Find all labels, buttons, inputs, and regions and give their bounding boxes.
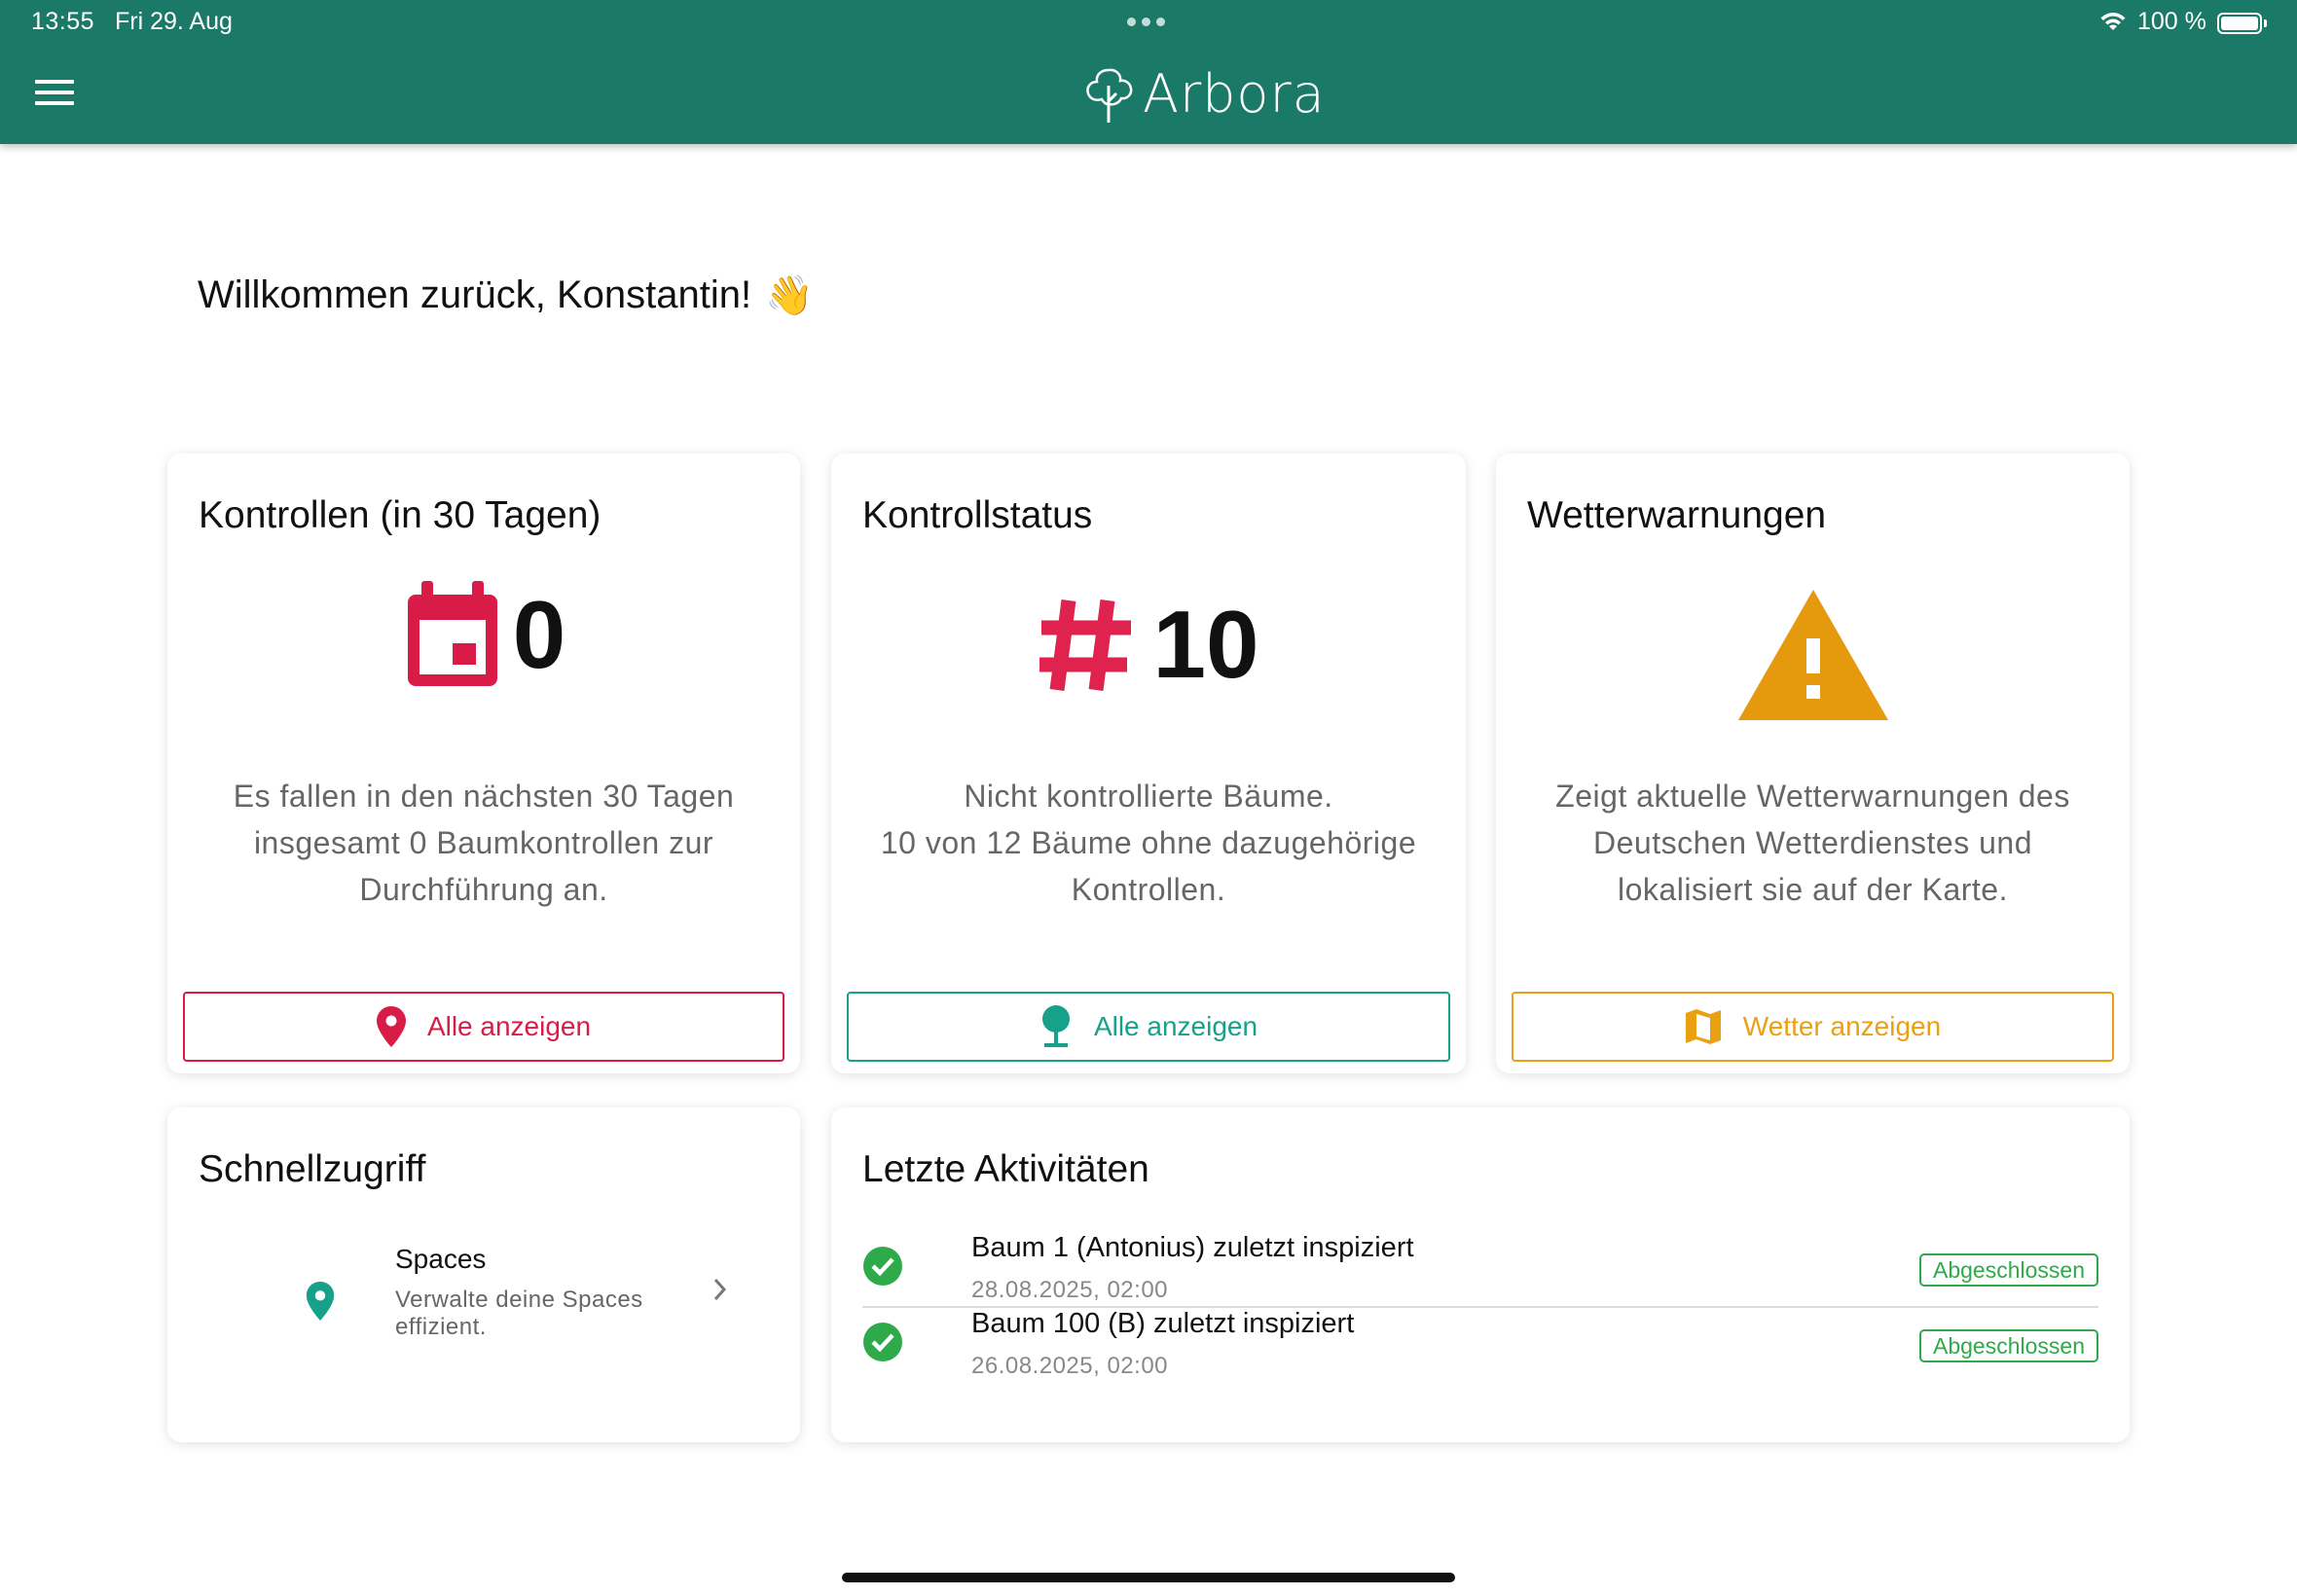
button-label: Wetter anzeigen	[1742, 1011, 1942, 1041]
wetter-description: Zeigt aktuelle Wetterwarnungen des Deuts…	[1525, 773, 2100, 913]
description-line: Deutschen Wetterdienstes und	[1593, 825, 2032, 860]
chevron-right-icon	[713, 1278, 727, 1301]
letzte-aktivitaeten-card: Letzte Aktivitäten Baum 1 (Antonius) zul…	[831, 1107, 2130, 1442]
calendar-icon	[407, 580, 497, 686]
check-circle-icon	[863, 1247, 902, 1286]
description-line: lokalisiert sie auf der Karte.	[1618, 872, 2008, 907]
description-line: insgesamt 0 Baumkontrollen zur	[253, 825, 714, 860]
warning-icon	[1737, 590, 1888, 720]
activity-title: Baum 100 (B) zuletzt inspiziert	[971, 1308, 1355, 1339]
quick-access-title: Spaces	[395, 1244, 487, 1274]
app-name: Arbora	[1143, 62, 1326, 125]
kontrollen-count: 0	[512, 581, 566, 688]
multitasking-dots[interactable]	[1127, 18, 1165, 26]
check-circle-icon	[863, 1323, 902, 1361]
card-title: Kontrollen (in 30 Tagen)	[199, 494, 602, 536]
app-header: 13:55 Fri 29. Aug 100 % Arbora	[0, 0, 2297, 144]
description-line: Kontrollen.	[1071, 872, 1226, 907]
card-title: Schnellzugriff	[199, 1148, 426, 1190]
wifi-icon	[2100, 13, 2126, 30]
wetterwarnungen-card: Wetterwarnungen Zeigt aktuelle Wetterwar…	[1496, 453, 2130, 1073]
battery-percentage: 100 %	[2137, 8, 2206, 35]
welcome-text: Willkommen zurück, Konstantin!	[198, 273, 752, 316]
waving-hand-icon: 👋	[765, 274, 814, 317]
kontrollen-card: Kontrollen (in 30 Tagen) 0 Es fallen in …	[167, 453, 800, 1073]
welcome-message: Willkommen zurück, Konstantin! 👋	[198, 272, 814, 318]
battery-icon	[2217, 13, 2262, 34]
description-line: 10 von 12 Bäume ohne dazugehörige	[880, 825, 1417, 860]
hamburger-menu-button[interactable]	[35, 80, 74, 109]
map-pin-icon	[306, 1282, 335, 1321]
card-title: Kontrollstatus	[862, 494, 1093, 536]
card-title: Letzte Aktivitäten	[862, 1148, 1149, 1190]
card-title: Wetterwarnungen	[1527, 494, 1827, 536]
home-indicator[interactable]	[842, 1573, 1455, 1582]
kontrollstatus-count: 10	[1152, 591, 1259, 698]
kontrollen-alle-anzeigen-button[interactable]: Alle anzeigen	[183, 992, 784, 1062]
hash-icon	[1039, 598, 1132, 691]
description-line: Es fallen in den nächsten 30 Tagen	[233, 779, 735, 814]
quick-access-item-spaces[interactable]: Spaces Verwalte deine Spaces effizient.	[226, 1244, 771, 1341]
activity-row[interactable]: Baum 1 (Antonius) zuletzt inspiziert 28.…	[862, 1232, 2098, 1308]
kontrollen-description: Es fallen in den nächsten 30 Tagen insge…	[197, 773, 771, 913]
wetter-anzeigen-button[interactable]: Wetter anzeigen	[1512, 992, 2114, 1062]
button-label: Alle anzeigen	[426, 1011, 592, 1041]
quick-access-subtitle: Verwalte deine Spaces effizient.	[395, 1287, 643, 1340]
map-icon	[1685, 1009, 1721, 1044]
kontrollen-stat: 0	[167, 580, 800, 690]
tree-icon	[1041, 1005, 1070, 1047]
status-badge: Abgeschlossen	[1919, 1329, 2098, 1362]
app-logo: Arbora	[1080, 62, 1326, 125]
kontrollstatus-description: Nicht kontrollierte Bäume. 10 von 12 Bäu…	[860, 773, 1437, 913]
wetter-stat	[1496, 590, 2130, 720]
activity-title: Baum 1 (Antonius) zuletzt inspiziert	[971, 1232, 1414, 1263]
schnellzugriff-card: Schnellzugriff Spaces Verwalte deine Spa…	[167, 1107, 800, 1442]
kontrollstatus-stat: 10	[831, 590, 1466, 700]
button-label: Alle anzeigen	[1093, 1011, 1258, 1041]
status-time: 13:55	[31, 8, 95, 35]
status-date: Fri 29. Aug	[115, 8, 233, 35]
description-line: Zeigt aktuelle Wetterwarnungen des	[1555, 779, 2070, 814]
kontrollstatus-alle-anzeigen-button[interactable]: Alle anzeigen	[847, 992, 1450, 1062]
activity-row[interactable]: Baum 100 (B) zuletzt inspiziert 26.08.20…	[862, 1308, 2098, 1384]
status-badge: Abgeschlossen	[1919, 1253, 2098, 1287]
activity-date: 26.08.2025, 02:00	[971, 1353, 1169, 1379]
tree-logo-icon	[1086, 68, 1133, 123]
activity-date: 28.08.2025, 02:00	[971, 1277, 1169, 1303]
kontrollstatus-card: Kontrollstatus 10 Nicht kontrollierte Bä…	[831, 453, 1466, 1073]
map-pin-icon	[376, 1006, 406, 1047]
description-line: Durchführung an.	[359, 872, 608, 907]
description-line: Nicht kontrollierte Bäume.	[964, 779, 1333, 814]
